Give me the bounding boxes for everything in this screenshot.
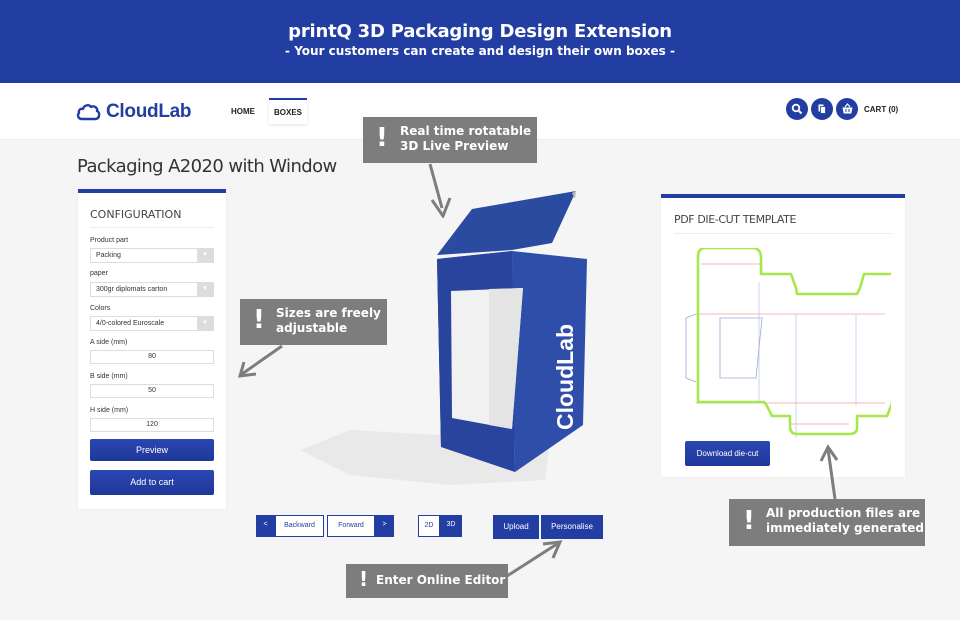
mode-2d-button[interactable]: 2D xyxy=(418,515,440,537)
callout-production-files: ! All production files are immediately ge… xyxy=(729,499,925,546)
diecut-panel: PDF DIE-CUT TEMPLATE Download die-cut xyxy=(661,194,905,477)
banner-subtitle: - Your customers can create and design t… xyxy=(285,44,675,58)
upload-button[interactable]: Upload xyxy=(493,515,539,539)
logo[interactable]: CloudLab xyxy=(76,101,192,123)
search-icon xyxy=(791,103,803,115)
diecut-heading: PDF DIE-CUT TEMPLATE xyxy=(674,213,797,226)
a-side-input[interactable]: 80 xyxy=(90,350,214,364)
chevron-down-icon: ▼ xyxy=(197,249,213,262)
nav-home[interactable]: HOME xyxy=(231,107,255,116)
configuration-heading: CONFIGURATION xyxy=(90,208,182,221)
diecut-template xyxy=(685,248,891,438)
callout-text: Enter Online Editor xyxy=(376,573,506,587)
backward-arrow[interactable]: < xyxy=(256,515,275,537)
forward-button[interactable]: Forward xyxy=(327,515,375,537)
callout-sizes: ! Sizes are freely adjustable xyxy=(240,299,387,345)
paper-label: paper xyxy=(90,270,108,277)
forward-arrow[interactable]: > xyxy=(375,515,394,537)
logo-text: CloudLab xyxy=(106,101,192,122)
search-button[interactable] xyxy=(786,98,808,120)
product-part-value: Packing xyxy=(96,252,121,259)
divider xyxy=(674,233,892,234)
copy-icon xyxy=(818,104,826,114)
chevron-down-icon: ▼ xyxy=(197,317,213,330)
paper-value: 300gr diplomats carton xyxy=(96,286,168,293)
b-side-label: B side (mm) xyxy=(90,373,128,380)
editor-actions: Upload Personalise xyxy=(493,515,603,539)
paper-select[interactable]: 300gr diplomats carton ▼ xyxy=(90,282,214,297)
arrow-icon xyxy=(428,163,452,218)
box-brand-text: CloudLab xyxy=(552,324,578,430)
basket-button[interactable] xyxy=(836,98,858,120)
banner-title: printQ 3D Packaging Design Extension xyxy=(288,21,672,42)
chevron-down-icon: ▼ xyxy=(197,283,213,296)
h-side-input[interactable]: 120 xyxy=(90,418,214,432)
page-title: Packaging A2020 with Window xyxy=(77,156,337,177)
colors-select[interactable]: 4/0-colored Euroscale ▼ xyxy=(90,316,214,331)
a-side-label: A side (mm) xyxy=(90,339,128,346)
personalise-button[interactable]: Personalise xyxy=(541,515,603,539)
product-part-label: Product part xyxy=(90,237,129,244)
callout-live-preview: ! Real time rotatable 3D Live Preview xyxy=(363,117,537,163)
compare-button[interactable] xyxy=(811,98,833,120)
product-part-select[interactable]: Packing ▼ xyxy=(90,248,214,263)
arrow-icon xyxy=(506,540,563,578)
forward-control[interactable]: Forward > xyxy=(327,515,394,537)
basket-icon xyxy=(842,103,852,114)
add-to-cart-button[interactable]: Add to cart xyxy=(90,470,214,495)
h-side-label: H side (mm) xyxy=(90,407,129,414)
cloud-icon xyxy=(76,104,101,121)
mode-3d-button[interactable]: 3D xyxy=(440,515,462,537)
backward-control[interactable]: < Backward xyxy=(256,515,324,537)
promo-banner: printQ 3D Packaging Design Extension - Y… xyxy=(0,0,960,83)
download-diecut-button[interactable]: Download die-cut xyxy=(685,441,770,466)
exclamation-icon: ! xyxy=(359,567,369,591)
exclamation-icon: ! xyxy=(376,123,388,153)
callout-text: All production files are immediately gene… xyxy=(766,506,924,535)
callout-text: Real time rotatable 3D Live Preview xyxy=(400,124,532,153)
preview-button[interactable]: Preview xyxy=(90,439,214,461)
exclamation-icon: ! xyxy=(253,305,265,335)
backward-button[interactable]: Backward xyxy=(275,515,324,537)
configuration-panel: CONFIGURATION Product part Packing ▼ pap… xyxy=(78,189,226,509)
divider xyxy=(90,227,214,228)
callout-online-editor: ! Enter Online Editor xyxy=(346,564,508,598)
b-side-input[interactable]: 50 xyxy=(90,384,214,398)
nav-boxes[interactable]: BOXES xyxy=(269,98,307,124)
colors-value: 4/0-colored Euroscale xyxy=(96,320,165,327)
view-mode-toggle[interactable]: 2D 3D xyxy=(418,515,462,537)
arrow-icon xyxy=(237,344,283,378)
colors-label: Colors xyxy=(90,305,111,312)
arrow-icon xyxy=(819,444,839,500)
exclamation-icon: ! xyxy=(743,506,755,536)
cart-link[interactable]: CART (0) xyxy=(864,105,898,114)
callout-text: Sizes are freely adjustable xyxy=(276,306,381,335)
